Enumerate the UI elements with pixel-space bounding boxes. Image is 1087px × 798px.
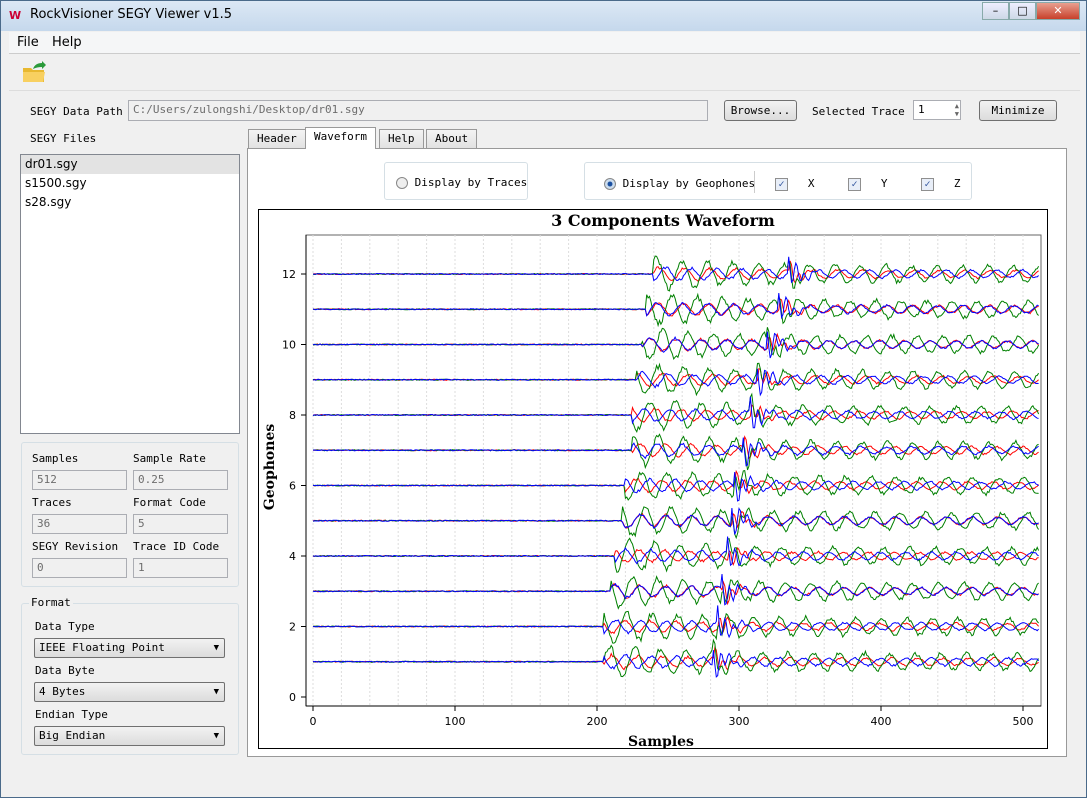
trace-id-label: Trace ID Code [133,540,220,553]
tab-waveform[interactable]: Waveform [305,127,376,149]
y-tick-label: 10 [282,339,296,352]
checkbox-checked-icon: ✓ [921,178,934,191]
samples-field: 512 [32,470,127,490]
data-byte-label: Data Byte [35,664,95,677]
data-type-select[interactable]: IEEE Floating Point ▼ [34,638,225,658]
display-by-traces-radio[interactable]: Display by Traces [396,176,527,189]
spin-arrows-icon[interactable]: ▲ ▼ [955,102,959,118]
menu-file[interactable]: File [17,35,39,50]
traces-label: Traces [32,496,72,509]
format-group-title: Format [29,596,73,609]
data-type-value: IEEE Floating Point [39,641,165,654]
data-path-label: SEGY Data Path [30,105,123,118]
selected-trace-spinbox[interactable]: 1 ▲ ▼ [913,100,961,120]
segy-file-list[interactable]: dr01.sgy s1500.sgy s28.sgy [20,154,240,434]
tab-about[interactable]: About [426,129,478,148]
segy-revision-field: 0 [32,558,127,578]
data-byte-value: 4 Bytes [39,685,86,698]
dropdown-arrow-icon: ▼ [213,687,219,697]
y-tick-label: 6 [289,480,296,493]
y-label: Y [880,177,888,190]
display-by-geophones-label: Display by Geophones [622,177,756,190]
data-byte-select[interactable]: 4 Bytes ▼ [34,682,225,702]
sample-rate-field: 0.25 [133,470,228,490]
minimize-window-button[interactable]: – [982,2,1009,20]
close-window-button[interactable]: ✕ [1036,2,1080,20]
dropdown-arrow-icon: ▼ [213,731,219,741]
z-label: Z [953,177,961,190]
x-tick-label: 500 [1013,715,1034,728]
y-tick-label: 2 [289,621,296,634]
x-tick-label: 400 [871,715,892,728]
x-tick-label: 0 [310,715,317,728]
menu-bar: File Help [9,32,1080,54]
x-component-checkbox[interactable]: ✓ X [775,177,815,191]
file-item[interactable]: s1500.sgy [21,174,239,193]
y-tick-label: 4 [289,550,296,563]
x-axis-label: Samples [628,734,694,749]
endian-type-label: Endian Type [35,708,108,721]
app-logo-icon: W [9,9,22,22]
display-by-geophones-radio[interactable]: Display by Geophones [604,177,755,190]
endian-type-select[interactable]: Big Endian ▼ [34,726,225,746]
segy-revision-label: SEGY Revision [32,540,119,553]
radio-unchecked-icon [396,177,408,189]
waveform-chart: 3 Components Waveform Samples Geophones … [258,209,1048,749]
selected-trace-label: Selected Trace [812,105,905,118]
tab-help[interactable]: Help [379,129,424,148]
sample-rate-label: Sample Rate [133,452,206,465]
file-item[interactable]: dr01.sgy [21,155,239,174]
y-tick-label: 8 [289,409,296,422]
format-code-field: 5 [133,514,228,534]
x-tick-label: 200 [587,715,608,728]
traces-field: 36 [32,514,127,534]
toolbar [9,55,1080,91]
selected-trace-value: 1 [918,103,925,116]
segy-files-label: SEGY Files [30,132,97,145]
trace-id-field: 1 [133,558,228,578]
y-tick-label: 12 [282,268,296,281]
maximize-window-button[interactable]: □ [1009,2,1036,20]
window-title: RockVisioner SEGY Viewer v1.5 [30,7,233,22]
data-type-label: Data Type [35,620,95,633]
z-component-checkbox[interactable]: ✓ Z [921,177,961,191]
menu-help[interactable]: Help [52,35,82,50]
x-tick-label: 300 [729,715,750,728]
browse-button[interactable]: Browse... [724,100,797,121]
samples-label: Samples [32,452,79,465]
endian-type-value: Big Endian [39,729,106,742]
divider [754,171,755,193]
title-bar: W RockVisioner SEGY Viewer v1.5 – □ ✕ [1,1,1086,31]
checkbox-checked-icon: ✓ [848,178,861,191]
open-folder-icon[interactable] [21,60,47,84]
x-tick-label: 100 [445,715,466,728]
format-code-label: Format Code [133,496,206,509]
file-item[interactable]: s28.sgy [21,193,239,212]
dropdown-arrow-icon: ▼ [213,643,219,653]
minimize-panel-button[interactable]: Minimize [979,100,1057,121]
chart-title: 3 Components Waveform [551,211,775,230]
app-window: W RockVisioner SEGY Viewer v1.5 – □ ✕ Fi… [0,0,1087,798]
y-axis-label: Geophones [262,424,278,511]
data-path-input[interactable]: C:/Users/zulongshi/Desktop/dr01.sgy [128,100,708,121]
x-label: X [807,177,815,190]
y-component-checkbox[interactable]: ✓ Y [848,177,888,191]
radio-checked-icon [604,178,616,190]
display-by-traces-label: Display by Traces [414,176,528,189]
y-tick-label: 0 [289,691,296,704]
checkbox-checked-icon: ✓ [775,178,788,191]
tab-header[interactable]: Header [248,129,306,148]
